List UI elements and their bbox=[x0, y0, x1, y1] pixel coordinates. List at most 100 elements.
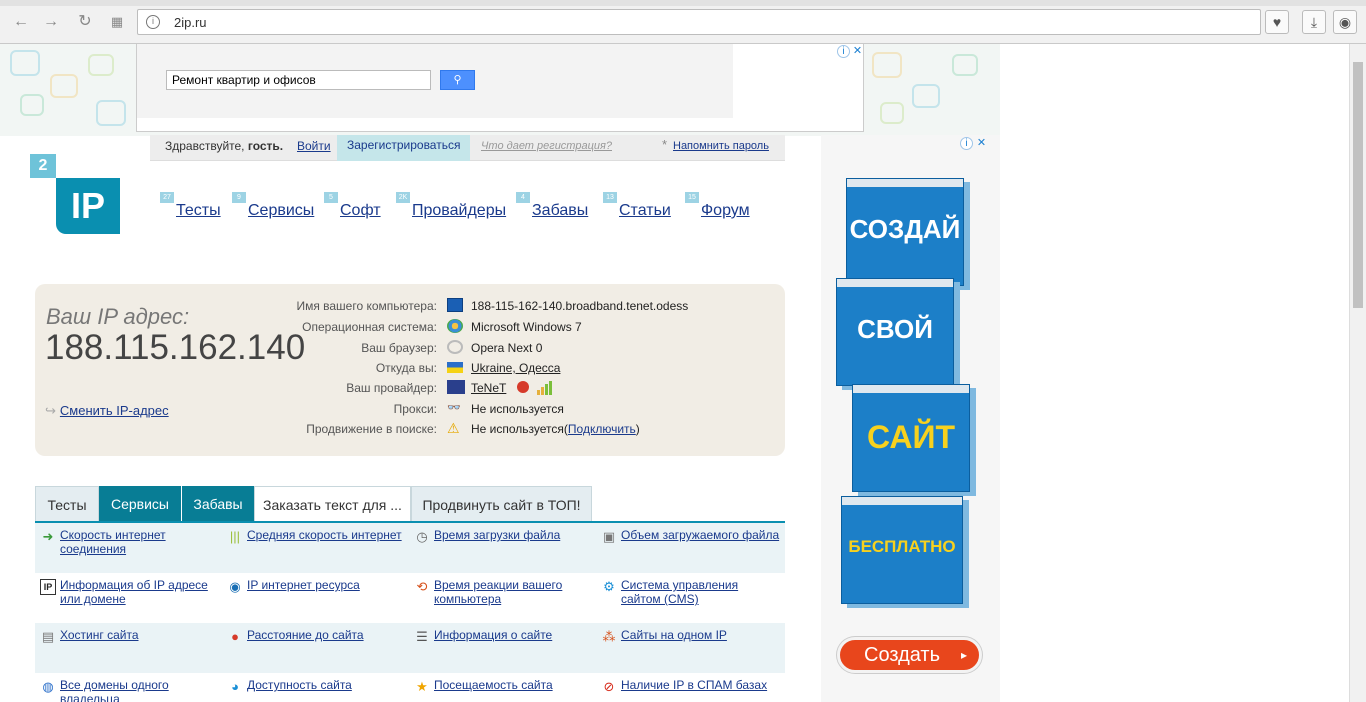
service-item[interactable]: ★ Посещаемость сайта bbox=[409, 673, 595, 702]
service-link[interactable]: Доступность сайта bbox=[247, 678, 407, 692]
change-ip[interactable]: ↪ Сменить IP-адрес bbox=[45, 403, 169, 419]
bars-icon: ||| bbox=[229, 529, 241, 544]
service-item[interactable]: ⊘ Наличие IP в СПАМ базах bbox=[596, 673, 782, 702]
glasses-icon: 👓 bbox=[447, 402, 461, 414]
nav-services[interactable]: 9 Сервисы bbox=[232, 192, 314, 220]
service-link[interactable]: Наличие IP в СПАМ базах bbox=[621, 678, 781, 692]
change-ip-link[interactable]: Сменить IP-адрес bbox=[60, 403, 169, 418]
register-button[interactable]: Зарегистрироваться bbox=[337, 135, 471, 161]
speed-dial-icon[interactable]: ▦ bbox=[107, 12, 127, 32]
nav-count-badge: 5 bbox=[324, 192, 338, 203]
info-key: Ваш браузер: bbox=[361, 341, 437, 355]
service-link[interactable]: Информация об IP адресе или домене bbox=[60, 578, 220, 606]
service-item[interactable]: ● Расстояние до сайта bbox=[222, 623, 408, 673]
remind-password-link[interactable]: Напомнить пароль bbox=[673, 140, 769, 152]
nav-forum[interactable]: 15 Форум bbox=[685, 192, 750, 220]
service-link[interactable]: Сайты на одном IP bbox=[621, 628, 781, 642]
service-link[interactable]: Все домены одного владельца bbox=[60, 678, 220, 702]
service-link[interactable]: Время загрузки файла bbox=[434, 528, 594, 542]
ip-label: Ваш IP адрес: bbox=[46, 304, 190, 329]
service-item[interactable]: ☰ Информация о сайте bbox=[409, 623, 595, 673]
service-item[interactable]: ◕ Доступность сайта bbox=[222, 673, 408, 702]
tab-tests[interactable]: Тесты bbox=[35, 486, 99, 522]
nav-label: Статьи bbox=[619, 202, 671, 219]
ad-search-input[interactable] bbox=[166, 70, 431, 90]
heart-icon[interactable]: ♥ bbox=[1265, 10, 1289, 34]
service-item[interactable]: ◉ IP интернет ресурса bbox=[222, 573, 408, 623]
url-text: 2ip.ru bbox=[174, 15, 207, 30]
nav-tests[interactable]: 27 Тесты bbox=[160, 192, 221, 220]
service-tabs: Тесты Сервисы Забавы Заказать текст для … bbox=[35, 486, 785, 522]
service-item[interactable]: IP Информация об IP адресе или домене bbox=[35, 573, 221, 623]
site-logo[interactable]: 2 IP bbox=[30, 154, 122, 234]
service-link[interactable]: IP интернет ресурса bbox=[247, 578, 407, 592]
ukraine-flag-icon bbox=[447, 362, 463, 373]
browser-icon bbox=[447, 340, 463, 354]
logo-ip: IP bbox=[56, 178, 120, 234]
signal-bars-icon bbox=[537, 379, 553, 395]
ad-search-button[interactable]: ⚲ bbox=[440, 70, 475, 90]
service-link[interactable]: Объем загружаемого файла bbox=[621, 528, 781, 542]
tab-order-text[interactable]: Заказать текст для ... bbox=[254, 486, 411, 522]
service-item[interactable]: ⁂ Сайты на одном IP bbox=[596, 623, 782, 673]
ip-info-icon: IP bbox=[40, 579, 56, 595]
service-item[interactable]: ➜ Скорость интернет соединения bbox=[35, 523, 221, 573]
page-scrollbar[interactable] bbox=[1349, 44, 1366, 702]
tab-fun[interactable]: Забавы bbox=[182, 486, 254, 522]
info-row-os: Операционная система: Microsoft Windows … bbox=[265, 317, 785, 337]
file-size-icon: ▣ bbox=[602, 529, 616, 544]
search-icon: ⚲ bbox=[453, 74, 462, 86]
address-bar[interactable]: i 2ip.ru bbox=[137, 9, 1261, 35]
info-row-seo: Продвижение в поиске: ⚠ Не используется(… bbox=[265, 419, 785, 439]
ad-info-icon[interactable]: i bbox=[837, 45, 850, 58]
service-link[interactable]: Расстояние до сайта bbox=[247, 628, 407, 642]
nav-articles[interactable]: 13 Статьи bbox=[603, 192, 671, 220]
service-item[interactable]: ◍ Все домены одного владельца bbox=[35, 673, 221, 702]
user-bar: Здравствуйте, гость. Войти Зарегистриров… bbox=[150, 135, 785, 161]
ping-icon: ⟲ bbox=[416, 579, 428, 594]
service-item[interactable]: ||| Средняя скорость интернет bbox=[222, 523, 408, 573]
service-link[interactable]: Средняя скорость интернет bbox=[247, 528, 407, 542]
service-link[interactable]: Время реакции вашего компьютера bbox=[434, 578, 594, 606]
scrollbar-thumb[interactable] bbox=[1353, 62, 1363, 308]
ad-word: БЕСПЛАТНО bbox=[848, 537, 956, 556]
create-site-button[interactable]: Создать ▸ bbox=[837, 637, 982, 673]
reload-icon[interactable]: ↻ bbox=[75, 12, 95, 32]
tab-services[interactable]: Сервисы bbox=[99, 486, 181, 522]
forward-icon[interactable]: → bbox=[41, 12, 61, 32]
service-link[interactable]: Хостинг сайта bbox=[60, 628, 220, 642]
login-link[interactable]: Войти bbox=[297, 139, 331, 153]
site-info-icon[interactable]: i bbox=[146, 15, 160, 29]
service-link[interactable]: Информация о сайте bbox=[434, 628, 594, 642]
service-link[interactable]: Посещаемость сайта bbox=[434, 678, 594, 692]
ad-close-icon[interactable]: ✕ bbox=[851, 45, 864, 58]
service-item[interactable]: ▤ Хостинг сайта bbox=[35, 623, 221, 673]
clock-icon: ◷ bbox=[416, 529, 428, 544]
service-item[interactable]: ◷ Время загрузки файла bbox=[409, 523, 595, 573]
tab-promote-site[interactable]: Продвинуть сайт в ТОП! bbox=[411, 486, 592, 522]
service-link[interactable]: Скорость интернет соединения bbox=[60, 528, 220, 556]
nav-providers[interactable]: 2K Провайдеры bbox=[396, 192, 506, 220]
ad-info-icon[interactable]: i bbox=[960, 137, 973, 150]
nav-count-badge: 9 bbox=[232, 192, 246, 203]
provider-link[interactable]: TeNeT bbox=[471, 381, 506, 395]
service-link[interactable]: Система управления сайтом (CMS) bbox=[621, 578, 781, 606]
nav-soft[interactable]: 5 Софт bbox=[324, 192, 381, 220]
nav-count-badge: 4 bbox=[516, 192, 530, 203]
nav-fun[interactable]: 4 Забавы bbox=[516, 192, 588, 220]
tab-strip bbox=[0, 0, 1366, 6]
service-item[interactable]: ⚙ Система управления сайтом (CMS) bbox=[596, 573, 782, 623]
download-icon[interactable]: ⤓ bbox=[1302, 10, 1326, 34]
service-item[interactable]: ▣ Объем загружаемого файла bbox=[596, 523, 782, 573]
account-icon[interactable]: ◉ bbox=[1333, 10, 1357, 34]
logo-2: 2 bbox=[30, 154, 56, 178]
why-register-link[interactable]: Что дает регистрация? bbox=[481, 140, 612, 152]
ad-search-panel: ⚲ bbox=[137, 44, 733, 118]
location-link[interactable]: Ukraine, Одесса bbox=[471, 361, 560, 375]
info-row-hostname: Имя вашего компьютера: 188-115-162-140.b… bbox=[265, 296, 785, 316]
ad-close-icon[interactable]: ✕ bbox=[975, 137, 988, 150]
back-icon[interactable]: ← bbox=[11, 12, 31, 32]
connect-link[interactable]: Подключить bbox=[568, 422, 636, 436]
server-icon: ▤ bbox=[41, 629, 55, 644]
service-item[interactable]: ⟲ Время реакции вашего компьютера bbox=[409, 573, 595, 623]
